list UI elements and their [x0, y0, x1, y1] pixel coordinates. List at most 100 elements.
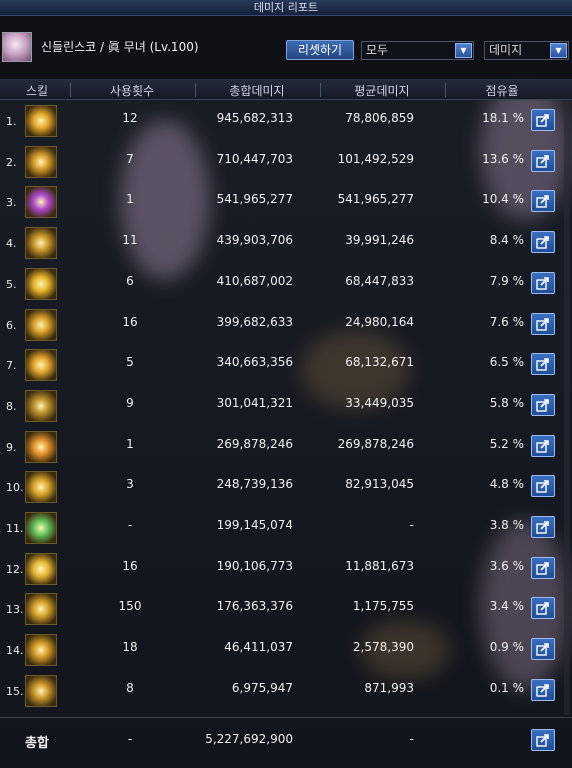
share-button[interactable]: [531, 231, 555, 254]
skill-row: 3. 1 541,965,277 541,965,277 10.4 %: [0, 181, 572, 222]
total-damage: 945,682,313: [216, 111, 293, 125]
skill-row: 11. - 199,145,074 - 3.8 %: [0, 507, 572, 548]
filter-dropdown[interactable]: 모두 ▼: [361, 41, 474, 60]
share-button[interactable]: [531, 597, 555, 620]
total-damage: 710,447,703: [216, 151, 293, 166]
rank-label: 6.: [6, 318, 17, 332]
total-damage: 301,041,321: [216, 395, 293, 410]
skill-row: 10. 3 248,739,136 82,913,045 4.8 %: [0, 466, 572, 507]
share-icon: [536, 734, 549, 747]
total-damage: 190,106,773: [216, 558, 293, 573]
use-count: 150: [118, 599, 142, 614]
total-share-button[interactable]: [531, 729, 555, 751]
column-share: 점유율: [485, 84, 519, 98]
average-damage: 2,578,390: [352, 640, 414, 655]
rank-label: 1.: [6, 115, 17, 128]
share-percent: 3.8 %: [489, 518, 524, 532]
use-count: 5: [126, 355, 134, 370]
skill-icon-stone-golem: [25, 389, 57, 422]
skill-row: 8. 9 301,041,321 33,449,035 5.8 %: [0, 385, 572, 426]
share-button[interactable]: [531, 678, 555, 701]
total-damage: 6,975,947: [231, 680, 293, 695]
share-button[interactable]: [531, 638, 555, 661]
skill-row: 2. 7 710,447,703 101,492,529 13.6 %: [0, 141, 572, 182]
total-damage: 340,663,356: [216, 355, 293, 370]
share-button[interactable]: [531, 271, 555, 294]
column-header: 스킬 사용횟수 총합데미지 평균데미지 점유율: [0, 80, 572, 100]
use-count: 1: [126, 436, 134, 451]
rank-label: 10.: [6, 481, 24, 495]
skill-icon-dash: [25, 634, 57, 667]
column-total: 총합데미지: [229, 84, 285, 98]
column-count: 사용횟수: [109, 84, 155, 98]
sort-dropdown[interactable]: 데미지 ▼: [484, 41, 569, 60]
rank-label: 12.: [6, 562, 24, 576]
total-row: 총합 - 5,227,692,900 -: [0, 718, 572, 768]
share-percent: 13.6 %: [482, 151, 524, 166]
total-count: -: [127, 732, 133, 746]
skill-icon-beast-head: [25, 471, 57, 504]
share-icon: [536, 602, 549, 616]
window-title: 데미지 리포트: [0, 0, 572, 16]
total-damage: 176,363,376: [216, 599, 293, 614]
use-count: 8: [126, 680, 134, 695]
use-count: 11: [122, 233, 138, 248]
rank-label: 15.: [6, 684, 24, 698]
share-percent: 7.6 %: [489, 314, 524, 329]
total-damage: 5,227,692,900: [205, 732, 293, 746]
skill-row: 14. 18 46,411,037 2,578,390 0.9 %: [0, 629, 572, 670]
average-damage: 24,980,164: [345, 314, 414, 329]
average-damage: 1,175,755: [352, 599, 414, 614]
rank-label: 8.: [6, 399, 17, 413]
share-percent: 3.6 %: [489, 558, 524, 573]
skill-icon-sun-bolt: [25, 267, 57, 300]
use-count: 16: [122, 558, 138, 573]
share-button[interactable]: [531, 109, 555, 131]
skill-icon-rune-seal: [25, 674, 57, 707]
skill-row: 7. 5 340,663,356 68,132,671 6.5 %: [0, 344, 572, 385]
average-damage: 33,449,035: [345, 395, 414, 410]
skill-icon-flame-claw: [25, 430, 57, 463]
use-count: 16: [122, 314, 138, 329]
skill-icon-triple-strike: [25, 593, 57, 626]
share-button[interactable]: [531, 434, 555, 457]
skill-row: 9. 1 269,878,246 269,878,246 5.2 %: [0, 426, 572, 467]
rank-label: 5.: [6, 277, 17, 291]
share-button[interactable]: [531, 312, 555, 335]
rank-label: 9.: [6, 440, 17, 454]
share-icon: [536, 521, 549, 534]
share-button[interactable]: [531, 393, 555, 416]
share-percent: 18.1 %: [482, 111, 524, 125]
column-avg: 평균데미지: [354, 84, 410, 98]
skill-row: 15. 8 6,975,947 871,993 0.1 %: [0, 670, 572, 711]
skill-row: 4. 11 439,903,706 39,991,246 8.4 %: [0, 222, 572, 263]
column-skill: 스킬: [25, 84, 49, 98]
use-count: 6: [126, 273, 134, 288]
share-icon: [536, 236, 549, 249]
rank-label: 11.: [6, 522, 24, 535]
chevron-down-icon[interactable]: ▼: [550, 43, 567, 58]
total-damage: 248,739,136: [216, 477, 293, 492]
share-icon: [536, 683, 549, 697]
share-percent: 8.4 %: [489, 233, 524, 248]
share-icon: [536, 276, 549, 290]
share-icon: [536, 358, 549, 371]
share-button[interactable]: [531, 353, 555, 376]
total-damage: 269,878,246: [216, 436, 293, 451]
share-button[interactable]: [531, 475, 555, 498]
skill-row: 6. 16 399,682,633 24,980,164 7.6 %: [0, 304, 572, 345]
skill-row: 1. 12 945,682,313 78,806,859 18.1 %: [0, 100, 572, 141]
total-damage: 399,682,633: [216, 314, 293, 329]
chevron-down-icon[interactable]: ▼: [455, 43, 472, 58]
scrollbar[interactable]: [564, 100, 570, 715]
skill-row: 13. 150 176,363,376 1,175,755 3.4 %: [0, 588, 572, 629]
share-button[interactable]: [531, 516, 555, 538]
share-button[interactable]: [531, 149, 555, 172]
column-divider: [195, 83, 196, 97]
share-button[interactable]: [531, 190, 555, 213]
rank-label: 7.: [6, 359, 17, 373]
average-damage: 68,132,671: [345, 355, 414, 370]
average-damage: 68,447,833: [345, 273, 414, 288]
reset-button[interactable]: 리셋하기: [286, 40, 354, 60]
share-button[interactable]: [531, 556, 555, 579]
